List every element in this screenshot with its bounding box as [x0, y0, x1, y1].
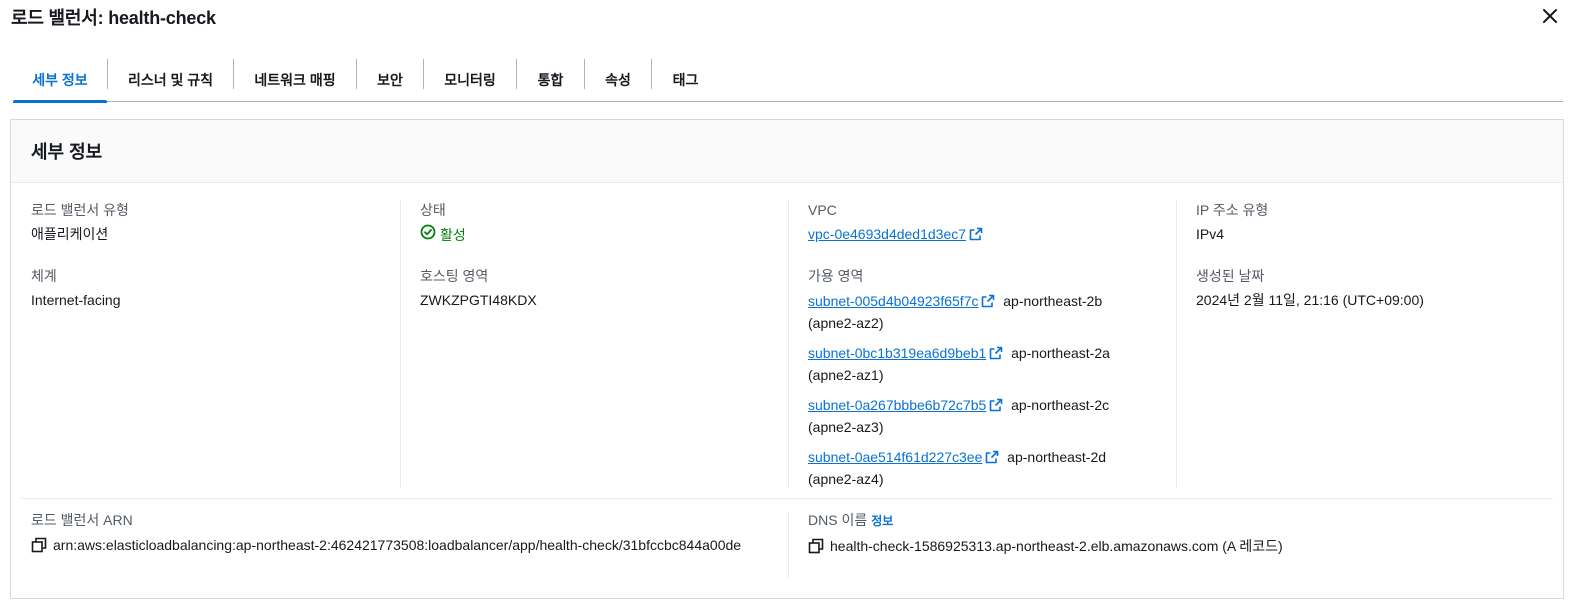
tab-integrations[interactable]: 통합 [517, 58, 584, 102]
zone-name: ap-northeast-2a [1011, 345, 1110, 361]
zone-name: ap-northeast-2c [1011, 397, 1110, 413]
tab-attributes[interactable]: 속성 [585, 58, 651, 102]
copy-icon[interactable] [31, 537, 47, 553]
zone-id: (apne2-az2) [808, 315, 884, 331]
tab-details[interactable]: 세부 정보 [13, 58, 107, 103]
panel-title: 세부 정보 [31, 142, 103, 162]
panel-header: 세부 정보 [11, 120, 1563, 183]
arn-label: 로드 밸런서 ARN [31, 512, 133, 528]
hosted-zone-value: ZWKZPGTI48KDX [420, 292, 537, 308]
info-link[interactable]: 정보 [871, 514, 893, 528]
status-positive-icon [420, 224, 436, 245]
external-link-icon[interactable] [985, 448, 999, 464]
tab-listeners-rules[interactable]: 리스너 및 규칙 [108, 58, 233, 102]
external-link-icon[interactable] [989, 344, 1003, 360]
created-value: 2024년 2월 11일, 21:16 (UTC+09:00) [1196, 292, 1424, 308]
column-divider [788, 200, 789, 488]
scheme-value: Internet-facing [31, 292, 121, 308]
column-divider [788, 512, 789, 578]
tab-network-mapping[interactable]: 네트워크 매핑 [234, 58, 356, 102]
arn-value: arn:aws:elasticloadbalancing:ap-northeas… [53, 537, 742, 553]
hosted-zone-field: 호스팅 영역 ZWKZPGTI48KDX [420, 266, 537, 310]
state-status: 활성 [420, 224, 466, 245]
copy-icon[interactable] [808, 538, 824, 554]
arn-field: 로드 밸런서 ARN arn:aws:elasticloadbalancing:… [31, 510, 771, 556]
vpc-label: VPC [808, 202, 837, 218]
state-label: 상태 [420, 202, 446, 218]
created-label: 생성된 날짜 [1196, 268, 1265, 284]
column-divider [400, 200, 401, 488]
subnet-link[interactable]: subnet-005d4b04923f65f7c [808, 293, 978, 309]
scheme-field: 체계 Internet-facing [31, 266, 121, 310]
subnet-item: subnet-005d4b04923f65f7c ap-northeast-2b… [808, 290, 1110, 334]
hosted-zone-label: 호스팅 영역 [420, 268, 489, 284]
tab-bar: 세부 정보 리스너 및 규칙 네트워크 매핑 보안 모니터링 통합 속성 태그 [13, 58, 1563, 103]
external-link-icon[interactable] [969, 226, 983, 241]
row-divider [21, 498, 1553, 499]
close-icon[interactable] [1539, 5, 1561, 27]
availability-zones-field: 가용 영역 subnet-005d4b04923f65f7c ap-northe… [808, 266, 1110, 490]
tab-monitoring[interactable]: 모니터링 [424, 58, 516, 102]
ip-type-value: IPv4 [1196, 226, 1225, 242]
zone-id: (apne2-az4) [808, 471, 884, 487]
dns-label: DNS 이름 [808, 512, 868, 528]
lb-type-field: 로드 밸런서 유형 애플리케이션 [31, 200, 129, 244]
subnet-item: subnet-0ae514f61d227c3ee ap-northeast-2d… [808, 446, 1110, 490]
dns-field: DNS 이름 정보 health-check-1586925313.ap-nort… [808, 510, 1283, 557]
tab-tags[interactable]: 태그 [652, 58, 719, 102]
subnet-item: subnet-0bc1b319ea6d9beb1 ap-northeast-2a… [808, 342, 1110, 386]
external-link-icon[interactable] [981, 292, 995, 308]
scheme-label: 체계 [31, 268, 57, 284]
availability-zones-label: 가용 영역 [808, 268, 864, 284]
lb-type-label: 로드 밸런서 유형 [31, 202, 129, 218]
subnet-link[interactable]: subnet-0bc1b319ea6d9beb1 [808, 345, 986, 361]
vpc-link[interactable]: vpc-0e4693d4ded1d3ec7 [808, 226, 966, 242]
subnet-item: subnet-0a267bbbe6b72c7b5 ap-northeast-2c… [808, 394, 1110, 438]
zone-id: (apne2-az3) [808, 419, 884, 435]
zone-name: ap-northeast-2b [1003, 293, 1103, 309]
state-field: 상태 활성 [420, 200, 466, 245]
zone-id: (apne2-az1) [808, 367, 884, 383]
lb-type-value: 애플리케이션 [31, 226, 109, 242]
details-panel: 세부 정보 로드 밸런서 유형 애플리케이션 체계 Internet-facin… [10, 119, 1564, 599]
subnet-link[interactable]: subnet-0ae514f61d227c3ee [808, 449, 982, 465]
zone-name: ap-northeast-2d [1007, 449, 1107, 465]
subnet-link[interactable]: subnet-0a267bbbe6b72c7b5 [808, 397, 986, 413]
ip-type-field: IP 주소 유형 IPv4 [1196, 200, 1268, 244]
external-link-icon[interactable] [989, 396, 1003, 412]
state-value: 활성 [440, 226, 466, 243]
ip-type-label: IP 주소 유형 [1196, 202, 1269, 218]
tab-security[interactable]: 보안 [357, 58, 423, 102]
dns-value: health-check-1586925313.ap-northeast-2.e… [830, 538, 1283, 554]
vpc-field: VPC vpc-0e4693d4ded1d3ec7 [808, 200, 983, 244]
column-divider [1176, 200, 1177, 488]
created-field: 생성된 날짜 2024년 2월 11일, 21:16 (UTC+09:00) [1196, 266, 1424, 310]
page-title: 로드 밸런서: health-check [11, 8, 216, 28]
